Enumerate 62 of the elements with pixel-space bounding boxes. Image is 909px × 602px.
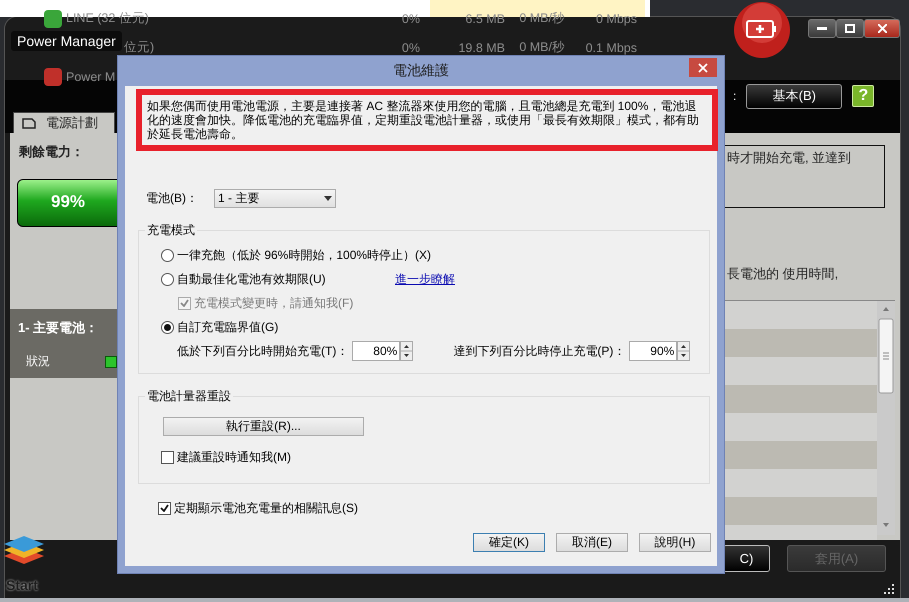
spin-buttons[interactable] — [677, 341, 690, 361]
caret-icon — [324, 196, 332, 201]
battery-dropdown[interactable]: 1 - 主要 — [214, 189, 336, 208]
dialog-button[interactable]: 取消(E) — [556, 533, 628, 552]
dialog-button[interactable]: 確定(K) — [473, 533, 545, 552]
group-title: 電池計量器重設 — [146, 388, 232, 405]
option-label: 一律充飽（低於 96%時開始，100%時停止）(X) — [177, 246, 432, 264]
radio-button[interactable] — [161, 320, 174, 334]
close-button[interactable] — [864, 19, 900, 38]
dropdown-value: 1 - 主要 — [218, 190, 260, 207]
radio-button[interactable] — [161, 272, 174, 286]
mode-button[interactable]: 基本(B) — [746, 84, 842, 108]
battery-percent: 99% — [50, 192, 86, 212]
status-label: 狀況 — [26, 353, 50, 370]
group-title: 充電模式 — [146, 222, 196, 239]
tab[interactable]: 電源計劃 — [13, 112, 115, 133]
maximize-button[interactable] — [836, 19, 864, 38]
minimize-button[interactable] — [808, 19, 836, 38]
checkbox-label: 充電模式變更時，請通知我(F) — [194, 294, 354, 312]
reset-button[interactable]: 執行重設(R)... — [163, 417, 364, 436]
maximize-icon — [845, 24, 855, 33]
resize-grip-icon[interactable] — [882, 582, 894, 594]
table-cell-text: 0.1 Mbps — [584, 40, 637, 54]
check-icon — [180, 299, 189, 307]
threshold-label: 低於下列百分比時開始充電(T)： — [177, 342, 348, 360]
window-button[interactable]: C) — [723, 545, 770, 572]
desktop-icon-label[interactable]: Start — [6, 577, 38, 593]
close-icon — [878, 24, 886, 33]
radio-button[interactable] — [161, 248, 174, 262]
table-cell: Power M — [66, 70, 116, 84]
window-button: 套用(A) — [787, 545, 886, 572]
option-label: 自動最佳化電池有效期限(U) — [177, 270, 327, 288]
minimize-icon — [817, 27, 827, 30]
status-indicator — [105, 356, 117, 368]
threshold-label: 達到下列百分比時停止充電(P)： — [453, 342, 626, 360]
table-cell-text: 0% — [400, 40, 420, 54]
learn-more-link[interactable]: 進一步瞭解 — [395, 270, 455, 288]
remaining-label: 剩餘電力： — [18, 143, 85, 161]
spin-buttons[interactable] — [400, 341, 414, 361]
checkbox[interactable] — [161, 450, 174, 464]
checkbox[interactable] — [158, 502, 171, 514]
battery-icon — [733, 1, 791, 59]
window-title: Power Manager — [11, 31, 122, 51]
check-icon — [160, 504, 169, 512]
battery-name: 1- 主要電池： — [18, 319, 100, 337]
document-icon — [22, 118, 36, 128]
dialog-title: 電池維護 — [393, 62, 449, 80]
table-cell: 位元) — [124, 39, 154, 56]
checkbox-label: 定期顯示電池充電量的相關訊息(S) — [174, 500, 358, 516]
dialog-button[interactable]: 說明(H) — [639, 533, 711, 552]
percent-field[interactable]: 80% — [352, 341, 400, 361]
separator-text: : — [733, 89, 736, 103]
close-button[interactable] — [689, 58, 717, 77]
close-icon — [698, 62, 708, 72]
description-text: 長電池的 使用時間, — [726, 265, 840, 283]
percent-field[interactable]: 90% — [629, 341, 678, 361]
table-cell-text: 19.8 MB — [457, 40, 505, 54]
table-cell-text: 0 MB/秒 — [518, 39, 565, 56]
notice-text: 如果您偶而使用電池電源，主要是連接著 AC 整流器來使用您的電腦，且電池總是充電到 100%，電池退化的速度會加快。降低電池的充電臨界值，定期重設電池計量器，或使用「最長有效期限」模式，都有助於延長電池壽命。 — [136, 89, 718, 151]
option-label: 自訂充電臨界值(G) — [177, 318, 278, 336]
battery-label: 電池(B)： — [146, 190, 198, 207]
checkbox-label: 建議重設時通知我(M) — [177, 448, 291, 466]
